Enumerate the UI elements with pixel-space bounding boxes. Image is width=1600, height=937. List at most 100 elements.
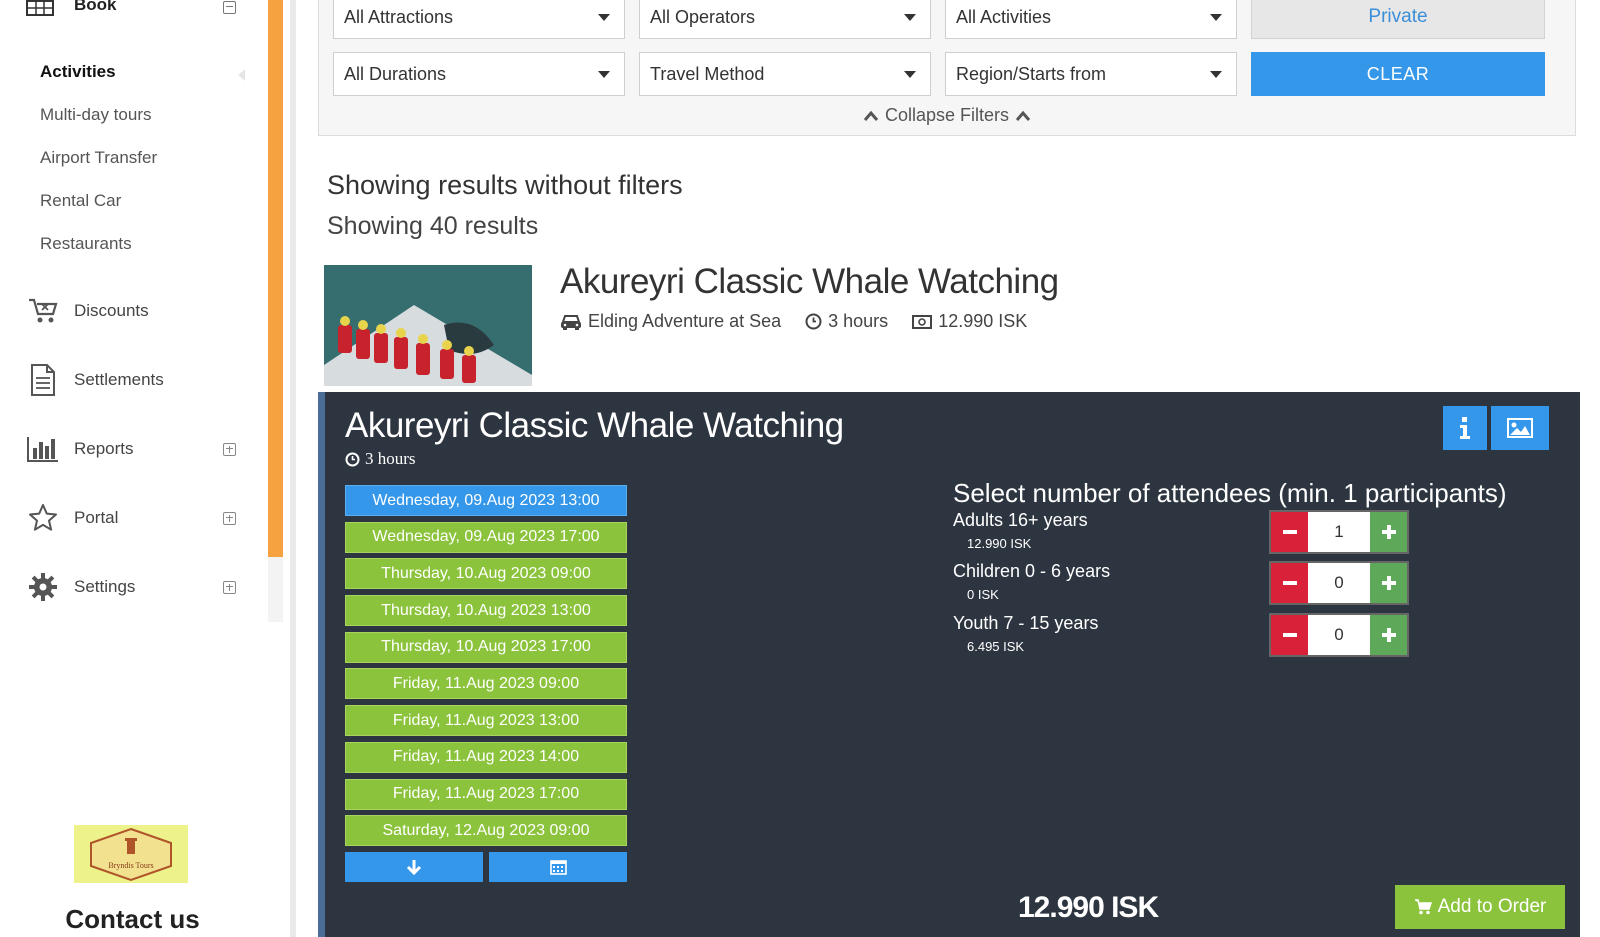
detail-duration: 3 hours [345, 449, 416, 469]
expand-plus-icon[interactable] [223, 580, 236, 594]
date-option[interactable]: Wednesday, 09.Aug 2023 17:00 [345, 521, 627, 553]
increment-button[interactable] [1370, 512, 1407, 552]
operators-select[interactable]: All Operators [639, 0, 931, 39]
gallery-button[interactable] [1491, 406, 1549, 450]
decrement-button[interactable] [1271, 615, 1308, 655]
date-option[interactable]: Friday, 11.Aug 2023 13:00 [345, 705, 627, 737]
activity-title[interactable]: Akureyri Classic Whale Watching [560, 262, 1059, 302]
select-value: All Activities [956, 6, 1052, 27]
attractions-select[interactable]: All Attractions [333, 0, 625, 39]
date-option[interactable]: Thursday, 10.Aug 2023 09:00 [345, 558, 627, 590]
attendee-label: Youth 7 - 15 years [953, 613, 1099, 633]
minus-icon [1282, 633, 1297, 637]
sidebar-item-settlements[interactable]: Settlements [26, 363, 236, 397]
durations-select[interactable]: All Durations [333, 52, 625, 96]
travel-method-select[interactable]: Travel Method [639, 52, 931, 96]
sidebar-item-label: Settlements [74, 370, 164, 389]
children-stepper: 0 [1269, 561, 1409, 605]
quantity-input[interactable]: 0 [1308, 563, 1370, 603]
increment-button[interactable] [1370, 563, 1407, 603]
date-option[interactable]: Thursday, 10.Aug 2023 17:00 [345, 631, 627, 663]
activity-operator: Elding Adventure at Sea [588, 311, 782, 331]
plus-icon [1381, 576, 1396, 590]
arrow-down-icon [406, 859, 422, 875]
decrement-button[interactable] [1271, 563, 1308, 603]
attendee-row-adults: Adults 16+ years 12.990 ISK [953, 510, 1088, 551]
minus-icon [1282, 530, 1297, 534]
sidebar-subitem-rental-car[interactable]: Rental Car [40, 191, 121, 211]
sidebar-subitem-restaurants[interactable]: Restaurants [40, 234, 132, 254]
chevron-up-icon [863, 110, 879, 121]
results-count: Showing 40 results [327, 212, 539, 240]
sidebar-item-label: Discounts [74, 301, 149, 320]
image-icon [1507, 418, 1533, 438]
more-dates-button[interactable] [345, 851, 483, 882]
caret-down-icon [598, 14, 610, 21]
chevron-up-icon [1015, 110, 1031, 121]
select-value: Travel Method [650, 63, 765, 84]
activities-select[interactable]: All Activities [945, 0, 1237, 39]
plus-icon [1381, 525, 1396, 539]
sidebar-scroll-accent [268, 0, 283, 557]
order-total: 12.990 ISK [1018, 891, 1159, 924]
plus-icon [1381, 628, 1396, 642]
sidebar-subitem-activities[interactable]: Activities [40, 62, 116, 82]
money-icon [912, 314, 933, 329]
bar-chart-icon [26, 432, 60, 466]
results-heading: Showing results without filters [327, 170, 683, 200]
attendee-price: 6.495 ISK [967, 639, 1025, 654]
region-select[interactable]: Region/Starts from [945, 52, 1237, 96]
calendar-button[interactable] [489, 851, 627, 882]
car-icon [561, 314, 581, 330]
sidebar-subitem-airport-transfer[interactable]: Airport Transfer [40, 148, 157, 168]
date-option[interactable]: Friday, 11.Aug 2023 14:00 [345, 741, 627, 773]
activity-thumbnail[interactable] [324, 265, 532, 386]
increment-button[interactable] [1370, 615, 1407, 655]
collapse-filters-link[interactable]: Collapse Filters [319, 105, 1575, 126]
quantity-input[interactable]: 1 [1308, 512, 1370, 552]
sidebar-item-label: Portal [74, 508, 119, 527]
collapse-toggle-icon[interactable] [223, 0, 236, 14]
date-option[interactable]: Friday, 11.Aug 2023 09:00 [345, 668, 627, 700]
private-button[interactable]: Private [1251, 0, 1545, 39]
sidebar-item-portal[interactable]: Portal [26, 501, 236, 535]
shopping-cart-icon [1414, 899, 1432, 915]
expand-plus-icon[interactable] [223, 442, 236, 456]
quantity-input[interactable]: 0 [1308, 615, 1370, 655]
sidebar-subitem-multi-day-tours[interactable]: Multi-day tours [40, 105, 151, 125]
attendee-label: Adults 16+ years [953, 510, 1088, 530]
date-option[interactable]: Saturday, 12.Aug 2023 09:00 [345, 815, 627, 847]
collapse-filters-label: Collapse Filters [884, 105, 1010, 125]
sidebar-divider [290, 0, 296, 937]
info-button[interactable] [1443, 406, 1487, 450]
sidebar-item-settings[interactable]: Settings [26, 570, 236, 604]
star-icon [26, 501, 60, 535]
detail-duration-label: 3 hours [365, 449, 416, 468]
sidebar-item-discounts[interactable]: Discounts [26, 294, 236, 328]
sidebar-item-label: Settings [74, 577, 136, 596]
calendar-icon [549, 860, 567, 876]
sidebar: Book Activities Multi-day tours Airport … [0, 0, 290, 937]
sidebar-item-book[interactable]: Book [26, 0, 236, 22]
attendee-label: Children 0 - 6 years [953, 561, 1111, 581]
sidebar-scroll-track [268, 557, 283, 622]
date-option[interactable]: Wednesday, 09.Aug 2023 13:00 [345, 485, 627, 516]
minus-icon [1282, 581, 1297, 585]
select-value: All Attractions [344, 6, 454, 27]
decrement-button[interactable] [1271, 512, 1308, 552]
date-option[interactable]: Thursday, 10.Aug 2023 13:00 [345, 595, 627, 627]
attendee-row-children: Children 0 - 6 years 0 ISK [953, 561, 1110, 602]
add-to-order-button[interactable]: Add to Order [1395, 885, 1565, 929]
date-option[interactable]: Friday, 11.Aug 2023 17:00 [345, 778, 627, 810]
activity-duration: 3 hours [828, 311, 889, 331]
filter-panel: All Attractions All Operators All Activi… [318, 0, 1576, 136]
sidebar-item-label: Book [74, 0, 117, 14]
expand-plus-icon[interactable] [223, 511, 236, 525]
caret-down-icon [1210, 14, 1222, 21]
caret-down-icon [904, 71, 916, 78]
company-logo: Bryndis Tours [74, 825, 188, 883]
caret-down-icon [598, 71, 610, 78]
clear-button[interactable]: CLEAR [1251, 52, 1545, 96]
sidebar-item-reports[interactable]: Reports [26, 432, 236, 466]
youth-stepper: 0 [1269, 613, 1409, 657]
